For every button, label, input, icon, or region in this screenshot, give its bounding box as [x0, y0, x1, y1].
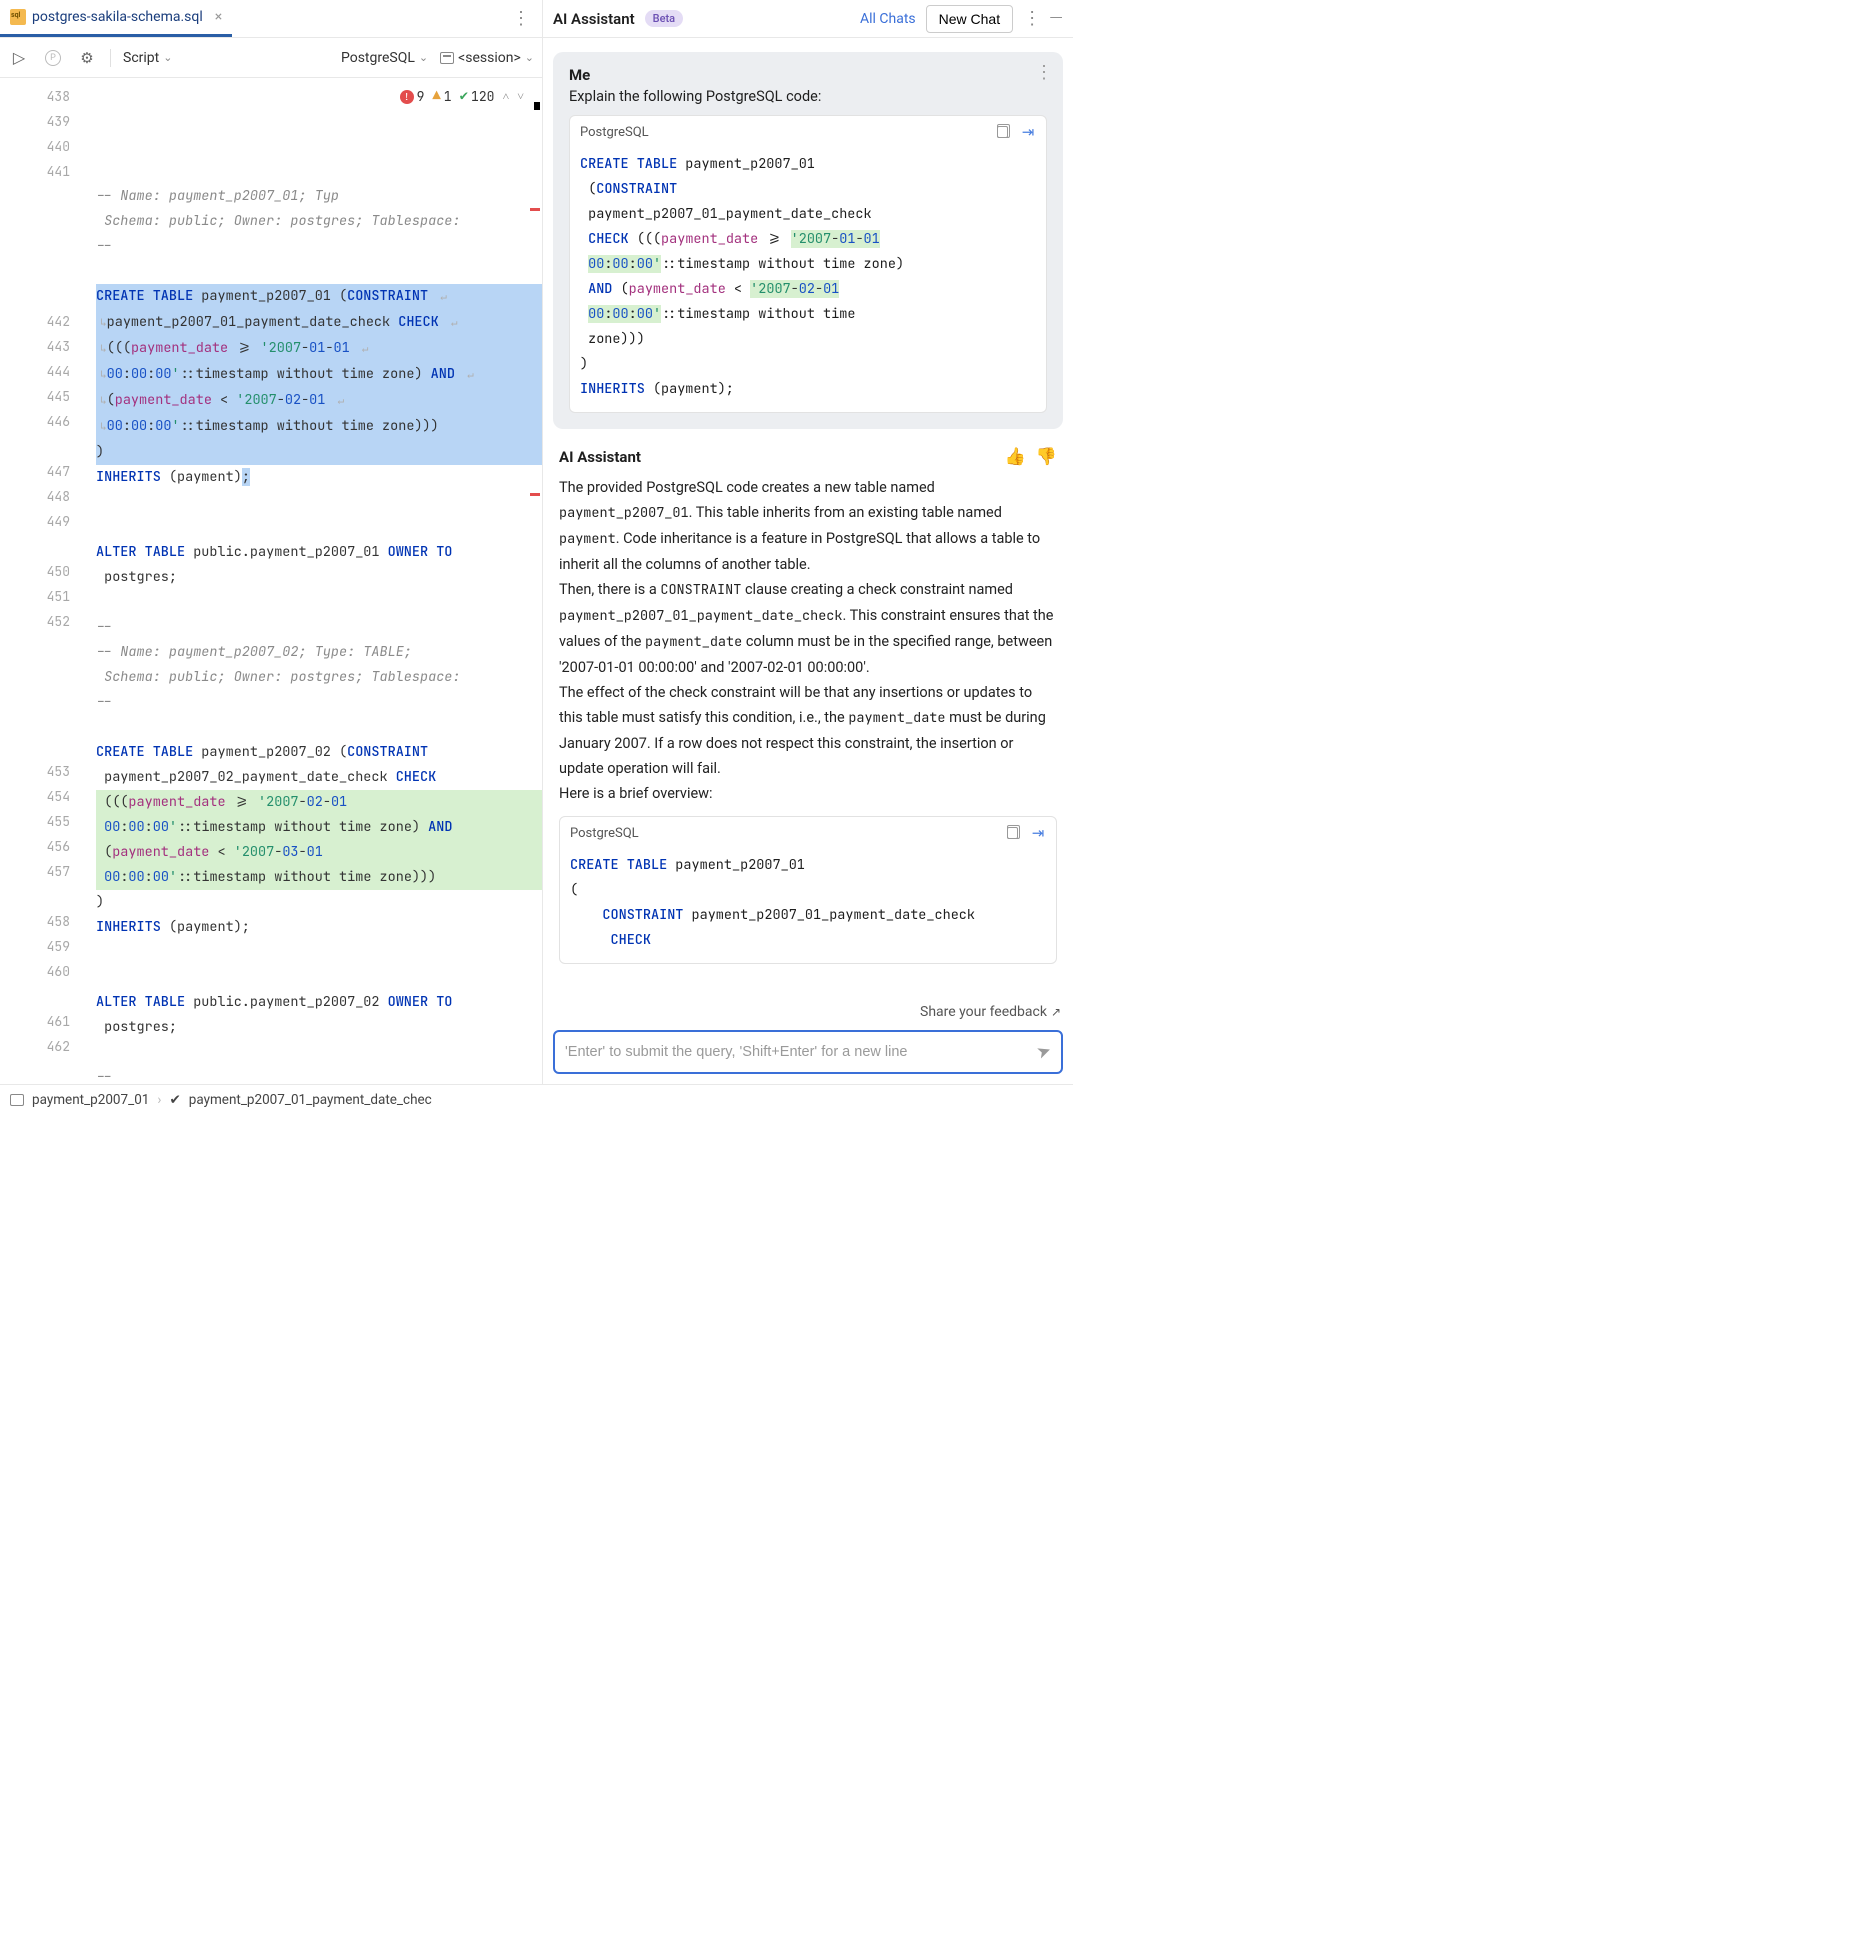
chevron-down-icon: ⌄: [419, 51, 428, 64]
editor-body[interactable]: 438439440441 442443444445446 447448449 4…: [0, 78, 542, 1084]
script-dropdown[interactable]: Script ⌄: [123, 50, 172, 66]
user-prompt: Explain the following PostgreSQL code:: [569, 88, 1047, 105]
error-icon: !: [400, 90, 414, 104]
editor-toolbar: ▷ P ⚙ Script ⌄ PostgreSQL ⌄ <session> ⌄: [0, 38, 542, 78]
script-label: Script: [123, 50, 159, 66]
ai-input-field[interactable]: [565, 1044, 1037, 1060]
settings-icon[interactable]: ⚙: [76, 47, 98, 69]
code-lang-label: PostgreSQL: [570, 826, 639, 841]
session-icon: [440, 52, 454, 64]
insert-icon[interactable]: ⇥: [1020, 124, 1036, 140]
code-area[interactable]: !9 ▲1 ✔120 ˄ ˅ -- Name: payment_p: [88, 78, 542, 1084]
dialect-label: PostgreSQL: [341, 50, 415, 66]
session-dropdown[interactable]: <session> ⌄: [440, 50, 534, 66]
breadcrumb-item[interactable]: payment_p2007_01_payment_date_chec: [189, 1092, 432, 1108]
user-code-content: CREATE TABLE payment_p2007_01 (CONSTRAIN…: [570, 148, 1046, 412]
assistant-label: AI Assistant: [559, 448, 641, 466]
session-label: <session>: [458, 50, 521, 66]
breadcrumb-item[interactable]: payment_p2007_01: [32, 1092, 149, 1108]
run-icon[interactable]: ▷: [8, 47, 30, 69]
chevron-down-icon: ⌄: [525, 51, 534, 64]
code-lang-label: PostgreSQL: [580, 125, 649, 140]
beta-badge: Beta: [645, 10, 683, 27]
check-count: 120: [471, 84, 494, 109]
new-chat-button[interactable]: New Chat: [926, 5, 1013, 33]
inspection-status[interactable]: !9 ▲1 ✔120 ˄ ˅: [396, 84, 528, 109]
insert-icon[interactable]: ⇥: [1030, 825, 1046, 841]
breadcrumb-separator: ›: [157, 1092, 161, 1108]
external-link-icon: ↗: [1051, 1005, 1061, 1019]
ai-title: AI Assistant: [553, 10, 635, 28]
copy-icon[interactable]: [994, 124, 1010, 140]
breadcrumb: payment_p2007_01 › ✔ payment_p2007_01_pa…: [0, 1084, 1073, 1114]
ai-input[interactable]: ➤: [553, 1030, 1063, 1074]
feedback-link[interactable]: Share your feedback↗: [543, 998, 1073, 1026]
thumbs-up-icon[interactable]: 👍: [1005, 447, 1026, 467]
error-count: 9: [417, 84, 425, 109]
ai-more-icon[interactable]: ⋮: [1023, 8, 1039, 29]
file-tab-label: postgres-sakila-schema.sql: [32, 9, 203, 25]
assistant-code-block: PostgreSQL ⇥ CREATE TABLE payment_p2007_…: [559, 816, 1057, 964]
chevron-down-icon: ⌄: [163, 51, 172, 64]
send-icon[interactable]: ➤: [1034, 1040, 1054, 1064]
user-message: ⋮ Me Explain the following PostgreSQL co…: [553, 52, 1063, 429]
sql-file-icon: [10, 9, 26, 25]
all-chats-link[interactable]: All Chats: [860, 11, 916, 27]
file-tab[interactable]: postgres-sakila-schema.sql ×: [0, 0, 232, 37]
copy-icon[interactable]: [1004, 825, 1020, 841]
message-more-icon[interactable]: ⋮: [1035, 62, 1051, 83]
assistant-code-content: CREATE TABLE payment_p2007_01 ( CONSTRAI…: [560, 849, 1056, 963]
user-label: Me: [569, 66, 1047, 84]
warning-count: 1: [444, 84, 452, 109]
minimize-icon[interactable]: —: [1049, 8, 1063, 29]
plan-icon[interactable]: P: [42, 47, 64, 69]
ai-header: AI Assistant Beta All Chats New Chat ⋮ —: [543, 0, 1073, 38]
table-icon: [10, 1094, 24, 1106]
constraint-icon: ✔: [169, 1092, 180, 1108]
user-code-block: PostgreSQL ⇥ CREATE TABLE payment_p2007_…: [569, 115, 1047, 413]
line-gutter: 438439440441 442443444445446 447448449 4…: [0, 78, 88, 1084]
warning-icon: ▲: [432, 84, 440, 109]
editor-pane: postgres-sakila-schema.sql × ⋮ ▷ P ⚙ Scr…: [0, 0, 543, 1084]
thumbs-down-icon[interactable]: 👎: [1036, 447, 1057, 467]
editor-tabbar: postgres-sakila-schema.sql × ⋮: [0, 0, 542, 38]
dialect-dropdown[interactable]: PostgreSQL ⌄: [341, 50, 428, 66]
check-icon: ✔: [460, 84, 468, 109]
assistant-text: The provided PostgreSQL code creates a n…: [559, 475, 1057, 806]
next-highlight-icon[interactable]: ˅: [517, 84, 524, 109]
tab-more-icon[interactable]: ⋮: [512, 8, 528, 29]
ai-assistant-pane: AI Assistant Beta All Chats New Chat ⋮ —…: [543, 0, 1073, 1084]
assistant-message: AI Assistant 👍 👎 The provided PostgreSQL…: [553, 447, 1063, 964]
prev-highlight-icon[interactable]: ˄: [502, 84, 509, 109]
close-tab-icon[interactable]: ×: [215, 9, 222, 25]
ai-conversation: ⋮ Me Explain the following PostgreSQL co…: [543, 38, 1073, 998]
